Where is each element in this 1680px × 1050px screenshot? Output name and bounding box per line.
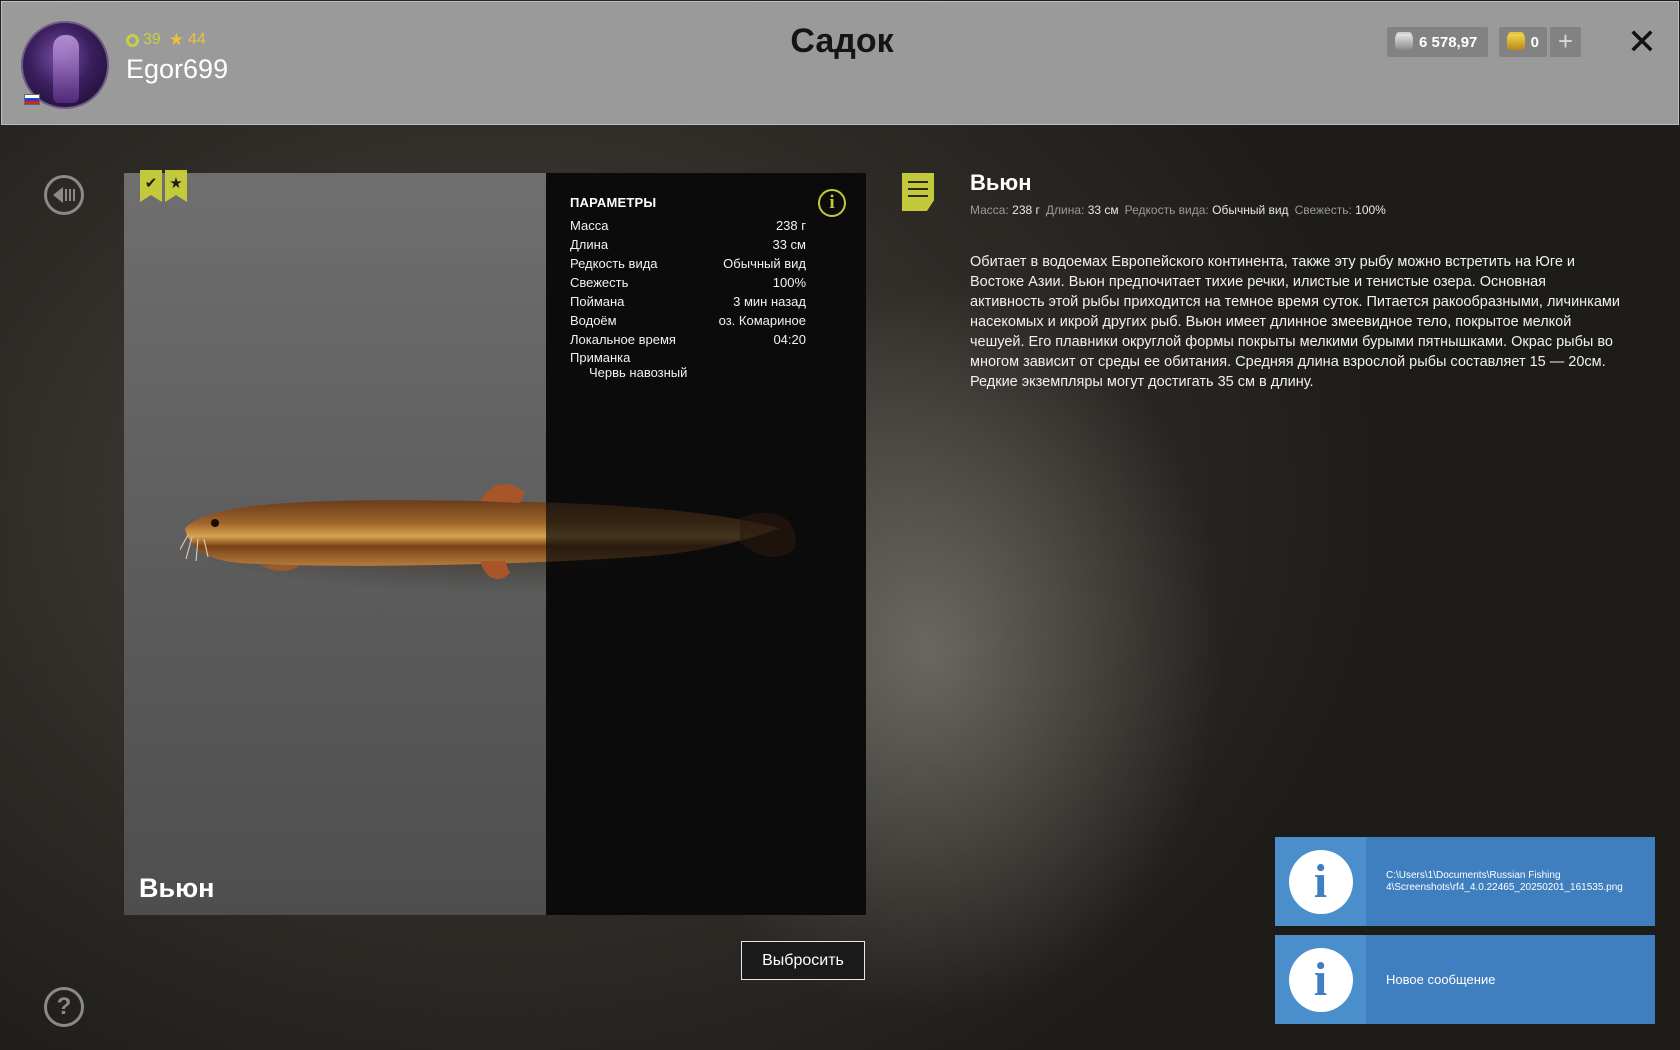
notification-new-message[interactable]: i Новое сообщение <box>1275 935 1655 1024</box>
notes-icon[interactable] <box>902 173 934 211</box>
param-label: Поймана <box>570 294 625 309</box>
param-row: Длина 33 см <box>570 235 806 254</box>
help-icon[interactable]: ? <box>44 987 84 1027</box>
info-icon[interactable]: i <box>818 189 846 217</box>
description-title: Вьюн <box>970 170 1032 195</box>
notification-text: C:\Users\1\Documents\Russian Fishing 4\S… <box>1386 869 1623 893</box>
meta-value: 33 см <box>1087 203 1119 217</box>
fish-card: ✔ ★ Вьюн ПАРАМЕТРЫ i Масса 238 г Длина 33 с… <box>124 170 866 915</box>
silver-coin-icon <box>1395 34 1413 50</box>
description-meta: Масса: 238 г Длина: 33 см Редкость вида: О… <box>970 203 1392 217</box>
check-badge-icon: ✔ <box>140 170 162 202</box>
ru-flag-icon <box>24 94 40 105</box>
param-label: Локальное время <box>570 332 676 347</box>
discard-button[interactable]: Выбросить <box>741 941 865 980</box>
param-value: 100% <box>772 275 806 290</box>
add-gold-button[interactable]: + <box>1550 27 1581 57</box>
info-circle-icon: i <box>1288 849 1353 914</box>
params-title: ПАРАМЕТРЫ <box>570 195 657 210</box>
back-arrow-icon <box>53 187 63 203</box>
param-value: оз. Комариное <box>718 313 806 328</box>
meta-value: Обычный вид <box>1212 203 1289 217</box>
param-row: Редкость вида Обычный вид <box>570 254 806 273</box>
param-row: Масса 238 г <box>570 216 806 235</box>
param-value: 3 мин назад <box>733 294 806 309</box>
param-value: 33 см <box>772 237 806 252</box>
back-button[interactable] <box>44 175 84 215</box>
meta-label: Редкость вида: <box>1124 203 1209 217</box>
description-text: Обитает в водоемах Европейского континен… <box>970 254 1620 390</box>
params-list: Масса 238 г Длина 33 см Редкость вида Обычный… <box>570 216 806 380</box>
notification-text: Новое сообщение <box>1386 972 1496 987</box>
param-row: Поймана 3 мин назад <box>570 292 806 311</box>
meta-label: Длина: <box>1045 203 1085 217</box>
param-value: Обычный вид <box>723 256 806 271</box>
bait-label: Приманка <box>570 350 631 365</box>
param-label: Свежесть <box>570 275 629 290</box>
back-bars-icon <box>65 189 75 201</box>
silver-amount: 6 578,97 <box>1419 33 1478 51</box>
fish-badges: ✔ ★ <box>140 170 187 202</box>
bait-value: Червь навозный <box>589 365 688 380</box>
param-label: Редкость вида <box>570 256 658 271</box>
fish-name-caption: Вьюн <box>139 873 215 903</box>
param-row: Водоём оз. Комариное <box>570 311 806 330</box>
meta-value: 100% <box>1355 203 1386 217</box>
meta-label: Масса: <box>970 203 1009 217</box>
notification-icon-wrap: i <box>1275 935 1366 1024</box>
param-label: Длина <box>570 237 609 252</box>
gold-balance: 0 <box>1499 27 1547 57</box>
param-value: 238 г <box>775 218 806 233</box>
close-icon[interactable]: ✕ <box>1624 22 1660 62</box>
meta-label: Свежесть: <box>1294 203 1352 217</box>
param-label: Масса <box>570 218 609 233</box>
loach-fish-image <box>180 473 800 613</box>
meta-value: 238 г <box>1012 203 1040 217</box>
gold-amount: 0 <box>1530 33 1539 51</box>
param-row: Свежесть 100% <box>570 273 806 292</box>
param-label: Водоём <box>570 313 617 328</box>
param-bait: Приманка Червь навозный <box>570 350 806 380</box>
top-bar: 39 ★ 44 Egor699 Садок 6 578,97 0 + ✕ <box>1 1 1679 125</box>
param-row: Локальное время 04:20 <box>570 330 806 349</box>
gold-coin-icon <box>1507 34 1525 50</box>
silver-balance: 6 578,97 <box>1387 27 1488 57</box>
notification-icon-wrap: i <box>1275 837 1366 926</box>
info-circle-icon: i <box>1288 947 1353 1012</box>
param-value: 04:20 <box>773 332 806 347</box>
star-badge-icon: ★ <box>165 170 187 202</box>
notification-screenshot[interactable]: i C:\Users\1\Documents\Russian Fishing 4… <box>1275 837 1655 926</box>
